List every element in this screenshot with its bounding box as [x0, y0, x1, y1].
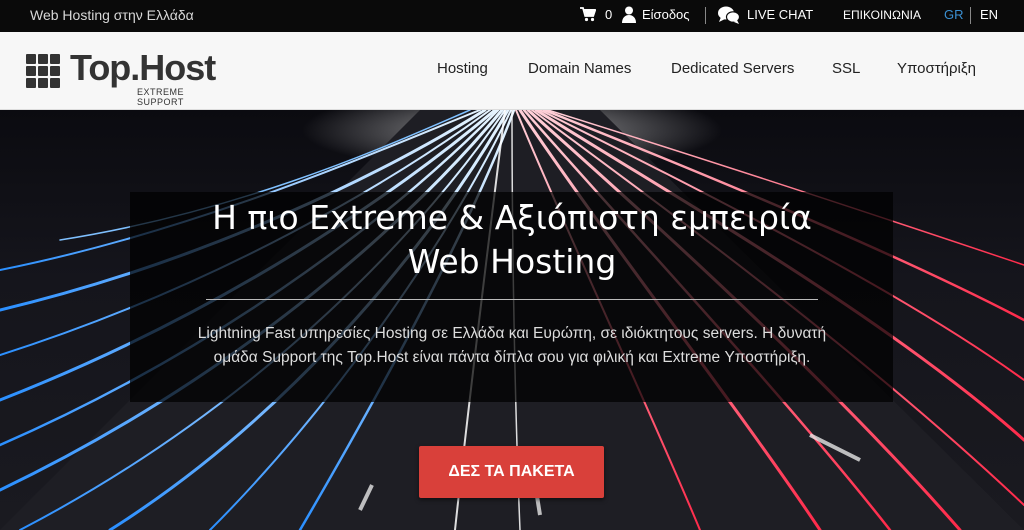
- hero-title-line2: Web Hosting: [407, 242, 617, 281]
- chat-bubbles-icon[interactable]: [718, 6, 741, 27]
- logo-text: Top.Host: [70, 47, 216, 88]
- nav-dedicated-servers[interactable]: Dedicated Servers: [671, 60, 794, 77]
- tagline: Web Hosting στην Ελλάδα: [30, 7, 194, 23]
- lang-gr[interactable]: GR: [944, 7, 964, 22]
- cart-count[interactable]: 0: [605, 7, 612, 22]
- contact-link[interactable]: ΕΠΙΚΟΙΝΩΝΙΑ: [843, 8, 921, 22]
- hero-banner: Η πιο Extreme & Αξιόπιστη εμπειρία Web H…: [0, 110, 1024, 530]
- view-packages-button[interactable]: ΔΕΣ ΤΑ ΠΑΚΕΤΑ: [419, 446, 604, 498]
- hero-description: Lightning Fast υπηρεσίες Hosting σε Ελλά…: [150, 322, 874, 370]
- logo-subtitle: EXTREME SUPPORT: [137, 87, 185, 107]
- shopping-cart-icon[interactable]: [580, 7, 597, 25]
- live-chat-link[interactable]: LIVE CHAT: [747, 7, 813, 22]
- nav-domain-names[interactable]: Domain Names: [528, 60, 631, 77]
- hero-description-line1: Lightning Fast υπηρεσίες Hosting σε Ελλά…: [197, 325, 827, 342]
- divider: [970, 7, 971, 24]
- hero-title-line1: Η πιο Extreme & Αξιόπιστη εμπειρία: [212, 198, 812, 237]
- nav-support[interactable]: Υποστήριξη: [897, 60, 976, 77]
- nav-hosting[interactable]: Hosting: [437, 60, 488, 77]
- logo-grid-icon: [26, 54, 62, 90]
- user-icon[interactable]: [622, 6, 636, 26]
- login-link[interactable]: Είσοδος: [642, 7, 690, 22]
- hero-title: Η πιο Extreme & Αξιόπιστη εμπειρία Web H…: [0, 196, 1024, 284]
- lang-en[interactable]: EN: [980, 7, 998, 22]
- hero-divider: [206, 299, 818, 300]
- nav-ssl[interactable]: SSL: [832, 60, 860, 77]
- divider: [705, 7, 706, 24]
- logo[interactable]: Top.Host EXTREME SUPPORT: [26, 47, 226, 107]
- top-bar: Web Hosting στην Ελλάδα 0 Είσοδος LIVE C…: [0, 0, 1024, 32]
- main-header: Top.Host EXTREME SUPPORT Hosting Domain …: [0, 32, 1024, 110]
- hero-description-line2: ομάδα Support της Top.Host είναι πάντα δ…: [213, 349, 811, 366]
